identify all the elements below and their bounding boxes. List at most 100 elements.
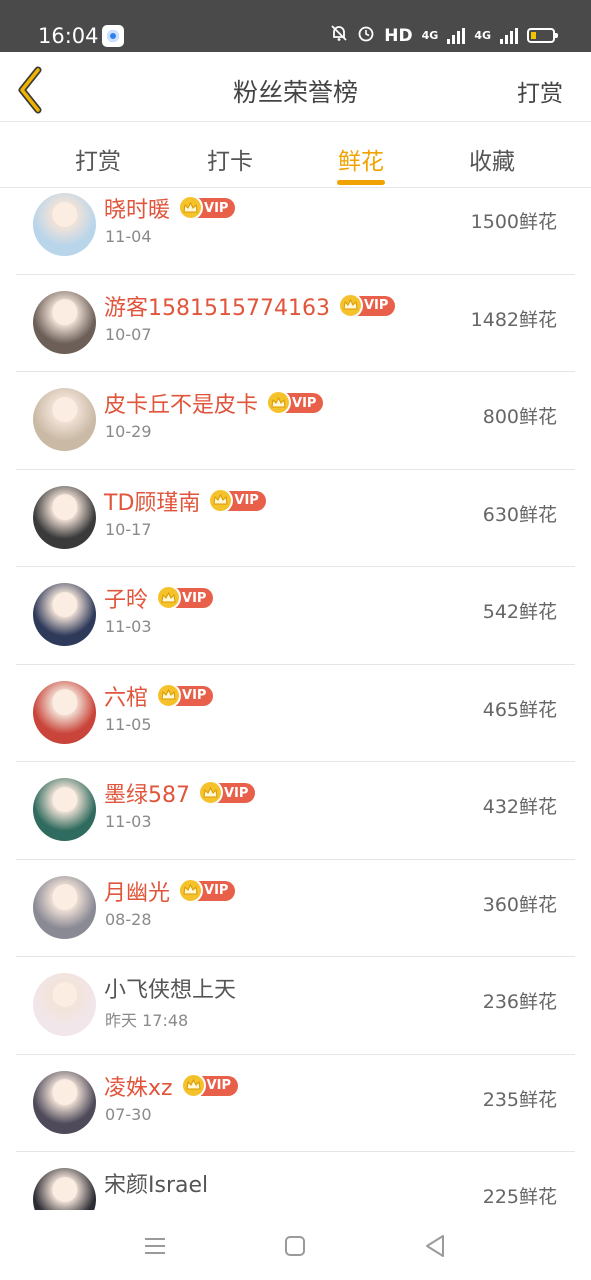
- fan-date: 10-29: [105, 422, 152, 441]
- vip-badge: VIP: [156, 682, 214, 708]
- tab-bar: 打赏 打卡 鲜花 收藏: [0, 122, 591, 188]
- crown-icon: [198, 780, 223, 805]
- flower-amount: 542鲜花: [482, 601, 557, 623]
- avatar[interactable]: [33, 485, 96, 549]
- back-nav-button[interactable]: [421, 1232, 449, 1260]
- fan-row[interactable]: 小飞侠想上天昨天 17:48 236鲜花: [0, 957, 591, 1055]
- home-square-icon: [285, 1236, 305, 1256]
- vip-label: VIP: [182, 688, 207, 703]
- fan-row[interactable]: 子昤 VIP 11-03 542鲜花: [0, 567, 591, 665]
- fan-row[interactable]: 晓时暖 VIP 11-04 1500鲜花: [0, 189, 591, 275]
- fan-name: 墨绿587: [104, 783, 190, 808]
- alarm-icon: [357, 24, 375, 47]
- vip-label: VIP: [182, 590, 207, 606]
- avatar[interactable]: [33, 778, 96, 841]
- avatar[interactable]: [33, 290, 96, 354]
- fan-date: 11-03: [105, 617, 152, 636]
- fan-name: 凌姝xz: [104, 1075, 173, 1101]
- flower-amount: 236鲜花: [482, 991, 557, 1013]
- flower-amount: 1500鲜花: [470, 211, 557, 233]
- fan-date: 10-17: [105, 519, 152, 539]
- vip-label: VIP: [204, 200, 229, 216]
- tab-checkin[interactable]: 打卡: [180, 142, 280, 176]
- fan-date: 07-30: [105, 1104, 152, 1124]
- crown-icon: [266, 390, 292, 415]
- fan-row[interactable]: 皮卡丘不是皮卡 VIP 10-29 800鲜花: [0, 372, 591, 470]
- fan-name-line: 六棺 VIP: [104, 680, 214, 712]
- header-bar: 粉丝荣誉榜 打赏: [0, 52, 591, 122]
- fan-row[interactable]: 六棺 VIP 11-05 465鲜花: [0, 665, 591, 762]
- vip-badge: VIP: [178, 195, 236, 220]
- status-bar: 16:04 HD 4G 4G: [0, 0, 591, 52]
- fan-name: 六棺: [104, 685, 149, 711]
- flower-amount: 360鲜花: [482, 893, 557, 916]
- crown-icon: [178, 877, 204, 903]
- menu-button[interactable]: [141, 1232, 169, 1260]
- fan-name: 小飞侠想上天: [104, 978, 237, 1003]
- fan-list: 晓时暖 VIP 11-04 1500鲜花 游客1581515774163 VIP 10-07…: [0, 189, 591, 1210]
- fan-name: 月幽光: [104, 880, 171, 906]
- fan-list-viewport[interactable]: 晓时暖 VIP 11-04 1500鲜花 游客1581515774163 VIP 10-07…: [0, 189, 591, 1210]
- tab-flowers[interactable]: 鲜花: [311, 142, 411, 176]
- reward-button[interactable]: 打赏: [517, 74, 563, 108]
- hd-indicator: HD: [384, 25, 413, 46]
- fan-name-line: 宋颜Israel: [104, 1167, 208, 1199]
- vip-badge: VIP: [178, 877, 236, 903]
- vip-label: VIP: [363, 298, 389, 313]
- fan-name: 宋颜Israel: [104, 1173, 209, 1198]
- crown-icon: [208, 487, 234, 513]
- fan-name-line: 游客1581515774163 VIP: [104, 290, 396, 322]
- fan-name-line: 皮卡丘不是皮卡 VIP: [104, 387, 324, 419]
- tab-favorites[interactable]: 收藏: [442, 142, 542, 176]
- vip-badge: VIP: [198, 780, 256, 805]
- crown-icon: [337, 292, 363, 318]
- fan-row[interactable]: 月幽光 VIP 08-28 360鲜花: [0, 860, 591, 957]
- status-time: 16:04: [38, 24, 99, 48]
- fan-date: 10-07: [105, 324, 152, 344]
- fan-row[interactable]: 宋颜Israel 225鲜花: [0, 1152, 591, 1210]
- flower-amount: 235鲜花: [482, 1088, 557, 1111]
- vip-badge: VIP: [208, 487, 266, 513]
- fan-name: 晓时暖: [104, 198, 171, 223]
- flower-amount: 225鲜花: [482, 1186, 557, 1208]
- home-button[interactable]: [281, 1232, 309, 1260]
- avatar[interactable]: [33, 875, 96, 939]
- tab-reward[interactable]: 打赏: [48, 142, 148, 176]
- fan-row[interactable]: 凌姝xz VIP 07-30 235鲜花: [0, 1055, 591, 1152]
- fan-name: 皮卡丘不是皮卡: [104, 393, 259, 418]
- vip-badge: VIP: [266, 390, 324, 415]
- back-triangle-icon: [426, 1235, 444, 1257]
- menu-icon: [145, 1238, 165, 1254]
- fan-row[interactable]: 墨绿587 VIP 11-03 432鲜花: [0, 762, 591, 860]
- avatar[interactable]: [33, 193, 96, 256]
- vip-label: VIP: [224, 785, 249, 801]
- fan-name-line: 晓时暖 VIP: [104, 192, 236, 224]
- flower-amount: 800鲜花: [482, 406, 557, 428]
- avatar[interactable]: [33, 973, 96, 1036]
- flower-amount: 1482鲜花: [470, 308, 557, 331]
- avatar[interactable]: [33, 583, 96, 646]
- fan-name-line: 子昤 VIP: [104, 582, 214, 614]
- fan-name-line: 凌姝xz VIP: [104, 1070, 239, 1102]
- fan-name-line: 小飞侠想上天: [104, 972, 236, 1004]
- fan-row[interactable]: TD顾瑾南 VIP 10-17 630鲜花: [0, 470, 591, 567]
- status-icons: HD 4G 4G: [330, 24, 558, 47]
- active-tab-indicator: [337, 180, 385, 185]
- fan-row[interactable]: 游客1581515774163 VIP 10-07 1482鲜花: [0, 275, 591, 372]
- fan-name-line: TD顾瑾南 VIP: [104, 485, 266, 517]
- crown-icon: [156, 682, 182, 708]
- vip-label: VIP: [204, 883, 229, 898]
- fan-name: TD顾瑾南: [104, 490, 201, 516]
- crown-icon: [178, 195, 204, 220]
- avatar[interactable]: [33, 1070, 96, 1134]
- avatar[interactable]: [33, 680, 96, 744]
- fan-name-line: 墨绿587 VIP: [104, 777, 256, 809]
- avatar[interactable]: [33, 388, 96, 451]
- network-type-2: 4G: [474, 29, 491, 42]
- fan-date: 昨天 17:48: [105, 1011, 189, 1030]
- vip-label: VIP: [206, 1078, 232, 1093]
- avatar[interactable]: [33, 1168, 96, 1210]
- fan-name-line: 月幽光 VIP: [104, 875, 236, 907]
- vip-label: VIP: [292, 395, 317, 411]
- signal-icon-1: [447, 27, 466, 44]
